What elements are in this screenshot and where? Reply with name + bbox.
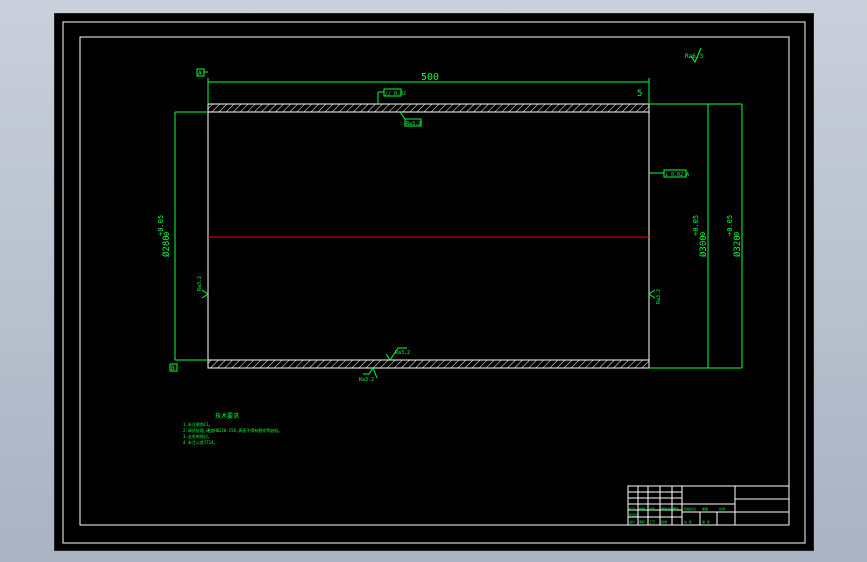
tb-cell-7: 审核 xyxy=(639,519,645,524)
note-line-3: 3.去毛刺锐边。 xyxy=(183,433,212,439)
svg-text:// 0.02: // 0.02 xyxy=(385,91,406,97)
fcf-under-top: Ra3.2 xyxy=(399,111,422,127)
note-line-2: 2.调质处理,硬度HB220-250,表面不得有裂纹等缺陷。 xyxy=(183,427,282,433)
tb-cell-5: 年月日 xyxy=(629,512,638,517)
length-dim-text: 500 xyxy=(421,72,439,83)
roughness-left-symbol: Ra3.2 xyxy=(197,276,209,299)
svg-text:Ra3.2: Ra3.2 xyxy=(406,121,421,127)
tb-cell-12: 比例 xyxy=(719,506,725,511)
dia-right-outer-text: Ø320 xyxy=(732,235,743,257)
dia-right-inner-tol-lower: 0 xyxy=(699,232,707,236)
left-diameter-dimension: Ø280 +0.05 0 xyxy=(157,111,208,361)
roughness-corner-symbol: Ra6.3 xyxy=(685,47,703,64)
tb-cell-11: 重量 xyxy=(702,506,708,511)
tb-cell-14: 第 张 xyxy=(702,519,710,524)
tb-cell-0: 标记 xyxy=(629,506,635,511)
svg-text:Ra3.2: Ra3.2 xyxy=(395,350,410,356)
right-diameter-dimensions: Ø300 +0.05 0 Ø320 +0.05 0 xyxy=(649,103,743,369)
svg-text:A: A xyxy=(198,70,202,77)
svg-text:⊥ 0.02 A: ⊥ 0.02 A xyxy=(665,172,689,178)
svg-text:B: B xyxy=(171,365,175,372)
dia-right-outer-tol-lower: 0 xyxy=(733,232,741,236)
note-line-4: 4.未注公差IT14。 xyxy=(183,439,217,445)
wall-section-top xyxy=(207,103,650,113)
svg-text:Ra6.3: Ra6.3 xyxy=(685,53,703,60)
notes-title: 技术要求 xyxy=(215,412,239,420)
datum-a-box: A xyxy=(196,68,208,77)
svg-text:Ra3.2: Ra3.2 xyxy=(197,276,203,291)
roughness-right-symbol: Ra3.2 xyxy=(648,289,662,304)
dia-left-text: Ø280 xyxy=(161,235,172,257)
dia-right-inner-text: Ø300 xyxy=(698,235,709,257)
tb-cell-10: 阶段标记 xyxy=(684,506,696,511)
outer-border xyxy=(62,21,806,544)
roughness-bottom-top-symbol: Ra3.2 xyxy=(385,347,410,361)
tb-cell-4: 签名 xyxy=(673,506,679,511)
title-block: 标记 处数 分区 更改文件号 签名 年月日 设计 审核 工艺 批准 阶段标记 重… xyxy=(627,485,790,526)
drawing-canvas: 500 5 Ø280 +0.05 0 Ø300 +0.05 0 Ø320 +0.… xyxy=(54,13,814,551)
svg-text:Ra3.2: Ra3.2 xyxy=(656,289,662,304)
roughness-bottom-symbol: Ra3.2 xyxy=(359,366,378,383)
tb-cell-9: 批准 xyxy=(661,519,667,524)
svg-text:Ra3.2: Ra3.2 xyxy=(359,377,374,383)
tb-cell-8: 工艺 xyxy=(649,519,655,524)
fcf-top: // 0.02 xyxy=(377,88,406,104)
tb-cell-2: 分区 xyxy=(649,506,655,511)
fcf-right: ⊥ 0.02 A xyxy=(649,169,689,178)
technical-notes: 技术要求 1.未注倒角C1。 2.调质处理,硬度HB220-250,表面不得有裂… xyxy=(183,412,282,445)
tb-cell-6: 设计 xyxy=(629,519,635,524)
wall-section-bottom xyxy=(207,359,650,369)
length-dimension: 500 xyxy=(207,72,650,104)
tb-cell-13: 共 张 xyxy=(684,519,692,524)
note-line-1: 1.未注倒角C1。 xyxy=(183,421,213,427)
tb-cell-1: 处数 xyxy=(639,506,645,511)
dia-left-tol-lower: 0 xyxy=(163,232,171,236)
datum-b-box: B xyxy=(169,363,178,372)
cad-drawing: 500 5 Ø280 +0.05 0 Ø300 +0.05 0 Ø320 +0.… xyxy=(62,21,806,544)
top-tolerance-text: 5 xyxy=(637,89,642,99)
